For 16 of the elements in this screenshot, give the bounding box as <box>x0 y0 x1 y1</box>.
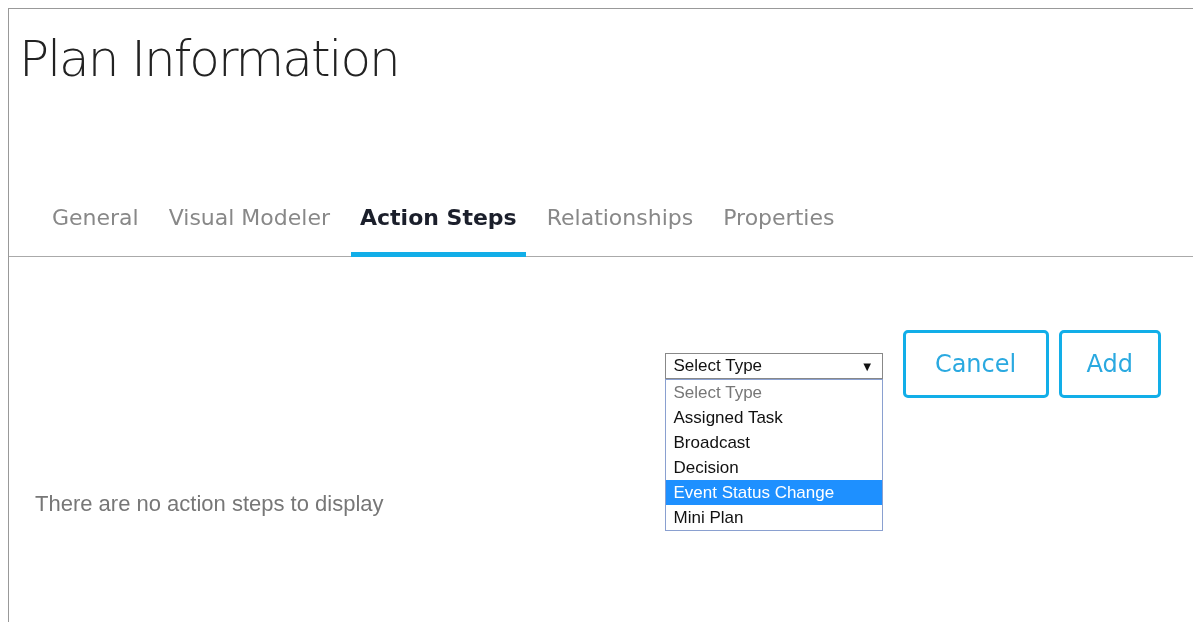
dropdown-option[interactable]: Select Type <box>665 380 882 405</box>
dropdown-option[interactable]: Event Status Change <box>665 480 882 505</box>
dropdown-option[interactable]: Broadcast <box>665 430 882 455</box>
dropdown-option[interactable]: Decision <box>665 455 882 480</box>
page-title: Plan Information <box>18 29 400 90</box>
dropdown-option[interactable]: Mini Plan <box>665 505 882 530</box>
tab[interactable]: General <box>43 201 148 257</box>
tab[interactable]: Relationships <box>537 201 703 257</box>
cancel-button[interactable]: Cancel <box>902 330 1049 398</box>
tab[interactable]: Action Steps <box>351 201 526 257</box>
add-button[interactable]: Add <box>1058 330 1161 398</box>
type-select[interactable]: Select Type ▼ <box>664 353 883 379</box>
tab[interactable]: Visual Modeler <box>159 201 339 257</box>
empty-message: There are no action steps to display <box>35 491 385 517</box>
tab[interactable]: Properties <box>714 201 844 257</box>
dropdown-option[interactable]: Assigned Task <box>665 405 882 430</box>
